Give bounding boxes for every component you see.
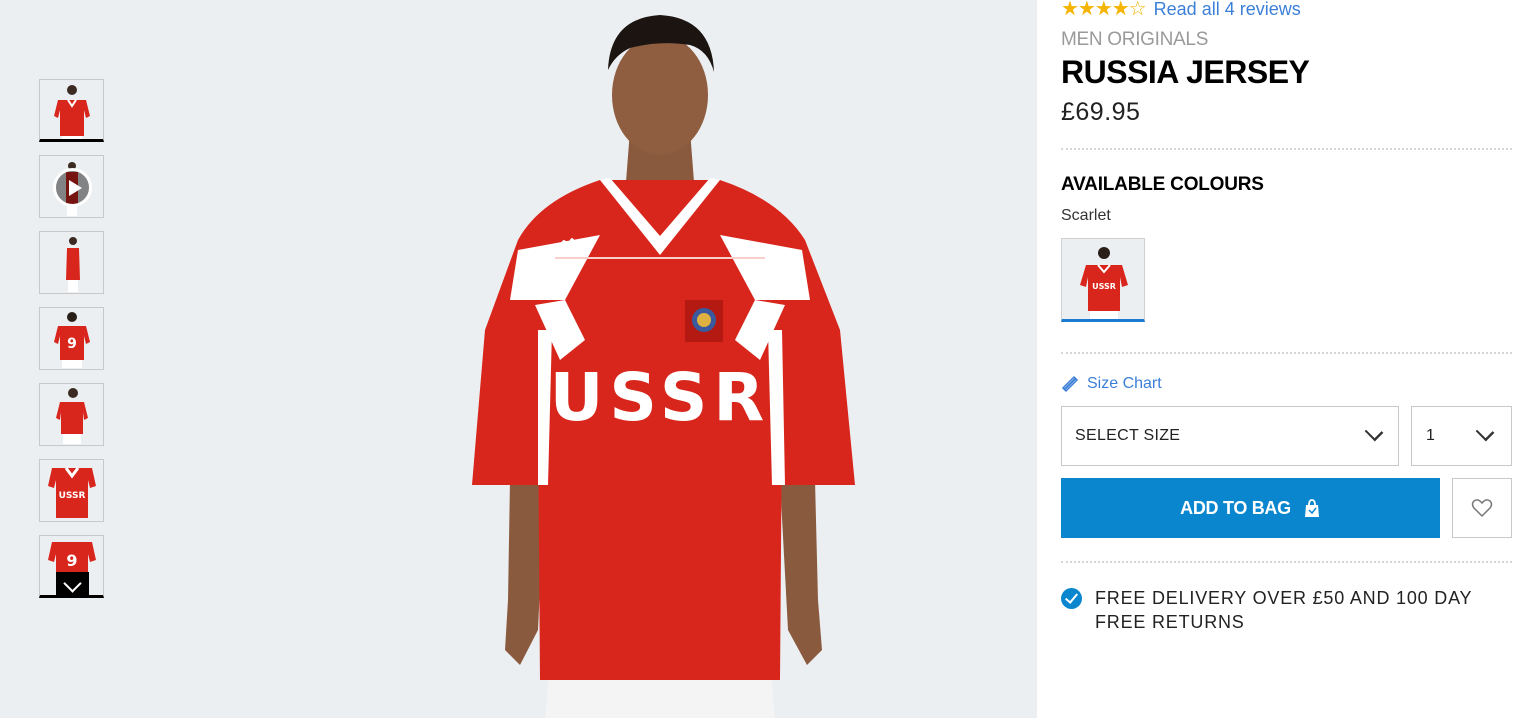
chevron-down-icon: [1364, 422, 1384, 442]
selected-colour-name: Scarlet: [1061, 207, 1111, 224]
thumbnail-list: 9 USSR 9: [39, 79, 105, 611]
product-title: RUSSIA JERSEY: [1061, 54, 1310, 90]
divider: [1061, 148, 1512, 150]
product-gallery: 9 USSR 9 USSR: [0, 0, 1037, 718]
ruler-icon: [1061, 375, 1079, 393]
divider: [1061, 561, 1512, 563]
rating-row: ★★★★☆ Read all 4 reviews: [1061, 0, 1301, 21]
add-to-bag-button[interactable]: ADD TO BAG: [1061, 478, 1440, 538]
main-product-image: USSR: [360, 0, 980, 718]
rating-stars-icon: ★★★★☆: [1061, 0, 1147, 20]
product-category: MEN ORIGINALS: [1061, 29, 1209, 50]
delivery-info: FREE DELIVERY OVER £50 AND 100 DAY FREE …: [1061, 586, 1521, 634]
thumbnail-detail[interactable]: USSR: [39, 459, 104, 522]
size-select-label: SELECT SIZE: [1075, 427, 1181, 444]
delivery-text: FREE DELIVERY OVER £50 AND 100 DAY FREE …: [1095, 588, 1473, 632]
thumbnail-back[interactable]: 9: [39, 307, 104, 370]
svg-text:USSR: USSR: [59, 491, 86, 501]
colours-heading: AVAILABLE COLOURS: [1061, 174, 1264, 195]
product-info-panel: ★★★★☆ Read all 4 reviews MEN ORIGINALS RU…: [1037, 0, 1536, 718]
thumbnail-side[interactable]: [39, 231, 104, 294]
heart-icon: [1471, 499, 1493, 518]
colour-swatch-scarlet[interactable]: USSR: [1061, 238, 1145, 322]
jersey-ussr-text: USSR: [550, 359, 771, 436]
size-chart-link[interactable]: Size Chart: [1061, 375, 1162, 393]
thumbnail-front[interactable]: [39, 79, 104, 142]
quantity-select[interactable]: 1: [1411, 406, 1512, 466]
check-circle-icon: [1061, 588, 1082, 609]
add-to-bag-label: ADD TO BAG: [1180, 497, 1291, 518]
wishlist-button[interactable]: [1452, 478, 1512, 538]
svg-text:9: 9: [66, 551, 77, 570]
thumbnail-back-detail[interactable]: 9: [39, 535, 104, 598]
svg-text:USSR: USSR: [1092, 282, 1116, 291]
thumbnail-front-angle[interactable]: [39, 383, 104, 446]
shopping-bag-icon: [1304, 499, 1319, 517]
chevron-down-icon[interactable]: [56, 572, 89, 595]
read-reviews-link[interactable]: Read all 4 reviews: [1154, 0, 1301, 19]
size-chart-label: Size Chart: [1087, 375, 1162, 392]
chevron-down-icon: [1475, 422, 1495, 442]
size-select[interactable]: SELECT SIZE: [1061, 406, 1399, 466]
thumbnail-video[interactable]: [39, 155, 104, 218]
product-price: £69.95: [1061, 98, 1141, 126]
svg-text:9: 9: [67, 336, 77, 352]
quantity-value: 1: [1426, 427, 1435, 444]
divider: [1061, 352, 1512, 354]
play-icon[interactable]: [53, 168, 92, 207]
